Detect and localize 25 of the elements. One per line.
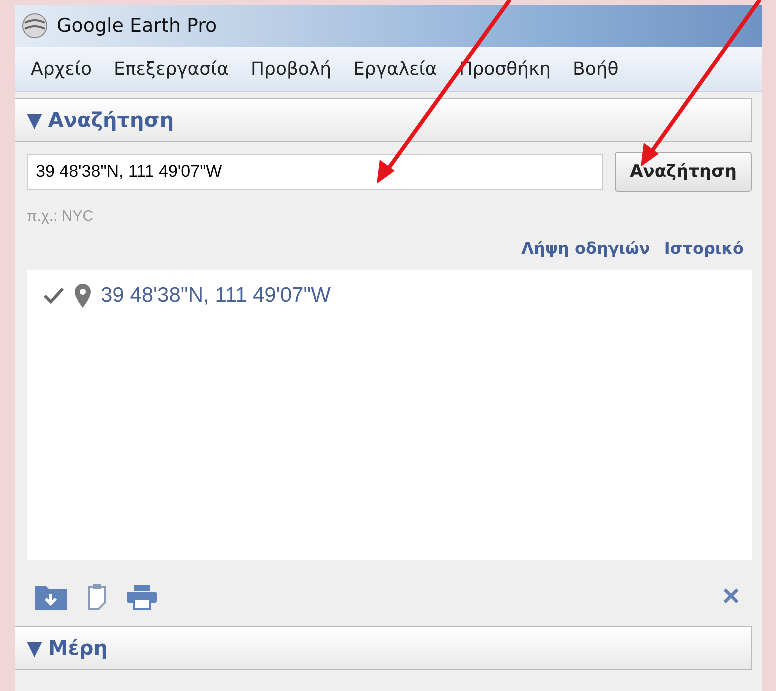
add-folder-icon[interactable] [35,584,67,610]
menu-item[interactable]: Επεξεργασία [114,58,229,80]
search-hint: π.χ.: NYC [26,207,95,225]
menu-item[interactable]: Αρχείο [31,58,92,80]
collapse-toggle[interactable]: ▼ [27,108,42,132]
collapse-toggle[interactable]: ▼ [27,636,42,660]
panel-title: Μέρη [48,636,108,660]
clipboard-icon[interactable] [87,583,107,611]
search-panel-header[interactable]: ▼ Αναζήτηση [15,98,752,142]
search-result[interactable]: 39 48'38"N, 111 49'07"W [101,284,331,308]
menu-item[interactable]: Προσθήκη [459,58,552,80]
globe-icon [21,12,49,40]
search-button[interactable]: Αναζήτηση [615,152,752,192]
search-field[interactable]: 39 48'38"N, 111 49'07"W [27,154,604,190]
menu-item[interactable]: Εργαλεία [354,58,438,80]
map-pin-icon [75,284,91,308]
menu-item[interactable]: Προβολή [251,58,332,80]
panel-link[interactable]: Λήψη οδηγιών [522,239,650,258]
printer-icon[interactable] [127,584,157,610]
panel-title: Αναζήτηση [48,108,174,132]
menu-item[interactable]: Βοήθ [573,58,619,80]
checkmark-icon [43,287,65,305]
places-panel-header[interactable]: ▼ Μέρη [15,626,752,670]
window-title: Google Earth Pro [57,15,218,37]
panel-link[interactable]: Ιστορικό [664,239,744,258]
